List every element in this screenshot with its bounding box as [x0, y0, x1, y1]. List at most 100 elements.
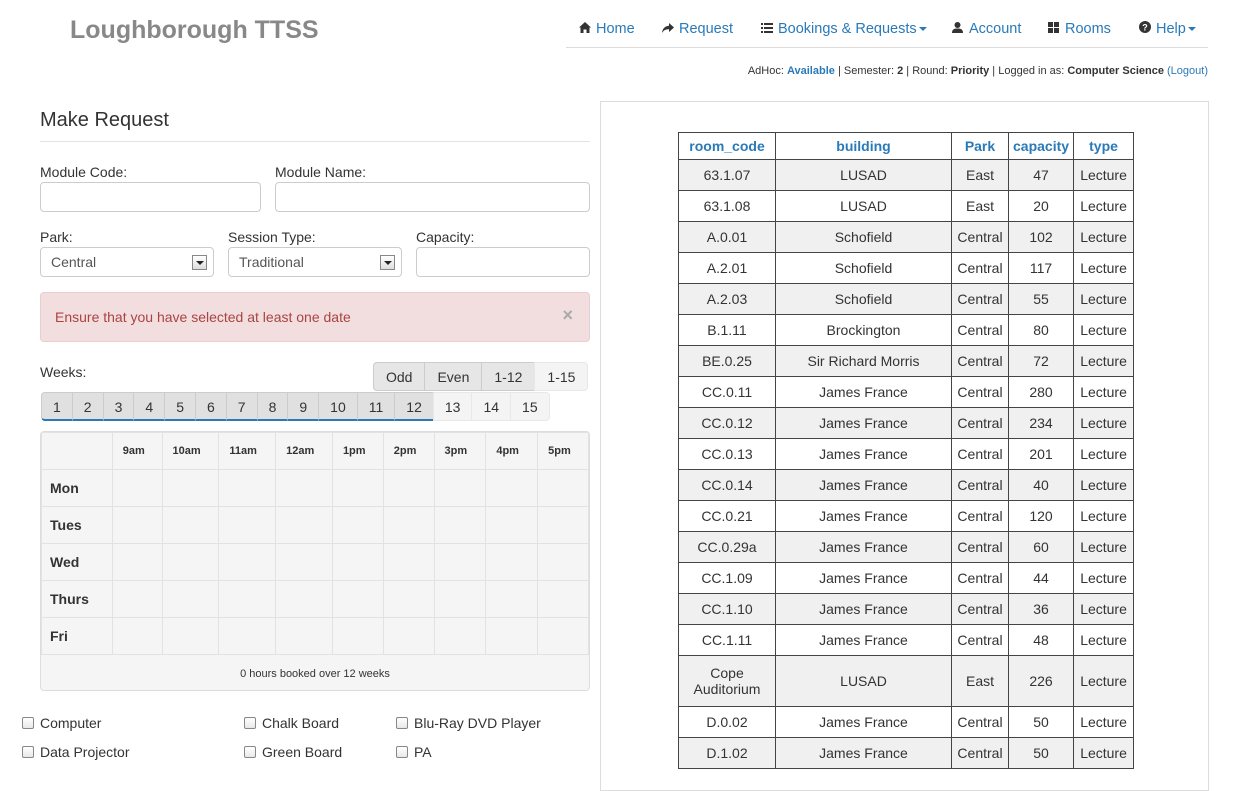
timeslot-cell[interactable]: [218, 580, 277, 618]
timeslot-cell[interactable]: [275, 580, 333, 618]
checkbox-box[interactable]: [396, 717, 408, 729]
timeslot-cell[interactable]: [331, 469, 384, 507]
checkbox-box[interactable]: [244, 746, 256, 758]
timeslot-cell[interactable]: [161, 506, 220, 544]
timeslot-cell[interactable]: [433, 506, 487, 544]
week-7-button[interactable]: 7: [225, 392, 257, 421]
rooms-row[interactable]: 63.1.07 LUSAD East 47 Lecture: [678, 159, 1135, 191]
timeslot-cell[interactable]: [433, 580, 487, 618]
facility-computer-checkbox[interactable]: Computer: [22, 715, 101, 731]
rooms-row[interactable]: CC.0.13 James France Central 201 Lecture: [678, 438, 1135, 470]
timeslot-cell[interactable]: [218, 469, 277, 507]
nav-rooms[interactable]: Rooms: [1047, 21, 1111, 37]
timeslot-cell[interactable]: [161, 543, 220, 581]
logout-link[interactable]: (Logout): [1167, 65, 1208, 77]
timeslot-cell[interactable]: [537, 543, 589, 581]
rooms-row[interactable]: D.1.02 James France Central 50 Lecture: [678, 737, 1135, 769]
rooms-row[interactable]: 63.1.08 LUSAD East 20 Lecture: [678, 190, 1135, 222]
rooms-row[interactable]: A.2.03 Schofield Central 55 Lecture: [678, 283, 1135, 315]
rooms-row[interactable]: CC.0.12 James France Central 234 Lecture: [678, 407, 1135, 439]
rooms-row[interactable]: CC.0.14 James France Central 40 Lecture: [678, 469, 1135, 501]
timeslot-cell[interactable]: [485, 617, 539, 655]
adhoc-status-link[interactable]: Available: [787, 65, 835, 77]
timeslot-cell[interactable]: [382, 617, 435, 655]
timeslot-cell[interactable]: [382, 506, 435, 544]
checkbox-box[interactable]: [396, 746, 408, 758]
timeslot-cell[interactable]: [218, 617, 277, 655]
checkbox-box[interactable]: [244, 717, 256, 729]
timeslot-cell[interactable]: [331, 580, 384, 618]
facility-pa-checkbox[interactable]: PA: [396, 744, 432, 760]
week-12-button[interactable]: 12: [394, 392, 433, 421]
rooms-row[interactable]: CC.0.21 James France Central 120 Lecture: [678, 500, 1135, 532]
week-14-button[interactable]: 14: [471, 392, 511, 421]
rooms-row[interactable]: B.1.11 Brockington Central 80 Lecture: [678, 314, 1135, 346]
timeslot-cell[interactable]: [485, 543, 539, 581]
week-4-button[interactable]: 4: [133, 392, 165, 421]
week-preset-odd-button[interactable]: Odd: [373, 362, 425, 391]
week-8-button[interactable]: 8: [256, 392, 288, 421]
week-13-button[interactable]: 13: [432, 392, 472, 421]
facility-blu-ray-dvd-player-checkbox[interactable]: Blu-Ray DVD Player: [396, 715, 541, 731]
rooms-row[interactable]: CC.1.10 James France Central 36 Lecture: [678, 593, 1135, 625]
nav-account[interactable]: Account: [951, 21, 1021, 37]
week-2-button[interactable]: 2: [71, 392, 103, 421]
session-type-select[interactable]: Traditional: [228, 247, 402, 277]
checkbox-box[interactable]: [22, 746, 34, 758]
nav-bookings-requests[interactable]: Bookings & Requests: [760, 21, 927, 37]
rooms-row[interactable]: BE.0.25 Sir Richard Morris Central 72 Lectur…: [678, 345, 1135, 377]
timeslot-cell[interactable]: [275, 617, 333, 655]
timeslot-cell[interactable]: [485, 506, 539, 544]
week-preset-even-button[interactable]: Even: [424, 362, 482, 391]
week-preset-1-12-button[interactable]: 1-12: [481, 362, 535, 391]
rooms-row[interactable]: Cope Auditorium LUSAD East 226 Lecture: [678, 655, 1135, 707]
rooms-row[interactable]: CC.0.29a James France Central 60 Lecture: [678, 531, 1135, 563]
checkbox-box[interactable]: [22, 717, 34, 729]
rooms-header-type[interactable]: type: [1073, 132, 1135, 160]
timeslot-cell[interactable]: [382, 543, 435, 581]
timeslot-cell[interactable]: [111, 506, 163, 544]
timeslot-cell[interactable]: [161, 469, 220, 507]
close-icon[interactable]: ×: [562, 305, 573, 326]
timeslot-cell[interactable]: [111, 617, 163, 655]
timeslot-cell[interactable]: [331, 617, 384, 655]
timeslot-cell[interactable]: [537, 506, 589, 544]
timeslot-cell[interactable]: [111, 580, 163, 618]
week-preset-1-15-button[interactable]: 1-15: [534, 362, 589, 391]
timeslot-cell[interactable]: [111, 469, 163, 507]
timeslot-cell[interactable]: [433, 543, 487, 581]
capacity-input[interactable]: [416, 247, 590, 277]
park-select[interactable]: Central: [40, 247, 214, 277]
rooms-row[interactable]: D.0.02 James France Central 50 Lecture: [678, 706, 1135, 738]
rooms-header-capacity[interactable]: capacity: [1007, 132, 1075, 160]
week-6-button[interactable]: 6: [194, 392, 226, 421]
timeslot-cell[interactable]: [433, 469, 487, 507]
timeslot-cell[interactable]: [433, 617, 487, 655]
timeslot-cell[interactable]: [331, 543, 384, 581]
week-15-button[interactable]: 15: [510, 392, 550, 421]
timeslot-cell[interactable]: [275, 543, 333, 581]
timeslot-cell[interactable]: [331, 506, 384, 544]
facility-chalk-board-checkbox[interactable]: Chalk Board: [244, 715, 339, 731]
week-1-button[interactable]: 1: [41, 392, 72, 421]
timeslot-cell[interactable]: [161, 617, 220, 655]
timeslot-cell[interactable]: [218, 543, 277, 581]
week-5-button[interactable]: 5: [164, 392, 195, 421]
week-3-button[interactable]: 3: [102, 392, 134, 421]
timeslot-cell[interactable]: [485, 580, 539, 618]
rooms-header-building[interactable]: building: [775, 132, 952, 160]
rooms-row[interactable]: A.0.01 Schofield Central 102 Lecture: [678, 221, 1135, 253]
week-10-button[interactable]: 10: [318, 392, 357, 421]
nav-request[interactable]: Request: [661, 21, 733, 37]
rooms-row[interactable]: CC.1.11 James France Central 48 Lecture: [678, 624, 1135, 656]
week-9-button[interactable]: 9: [287, 392, 319, 421]
rooms-header-Park[interactable]: Park: [951, 132, 1009, 160]
week-11-button[interactable]: 11: [356, 392, 395, 421]
nav-home[interactable]: Home: [578, 21, 635, 37]
timeslot-cell[interactable]: [161, 580, 220, 618]
rooms-row[interactable]: CC.0.11 James France Central 280 Lecture: [678, 376, 1135, 408]
timeslot-cell[interactable]: [275, 506, 333, 544]
timeslot-cell[interactable]: [537, 617, 589, 655]
rooms-header-room-code[interactable]: room_code: [678, 132, 776, 160]
facility-data-projector-checkbox[interactable]: Data Projector: [22, 744, 129, 760]
